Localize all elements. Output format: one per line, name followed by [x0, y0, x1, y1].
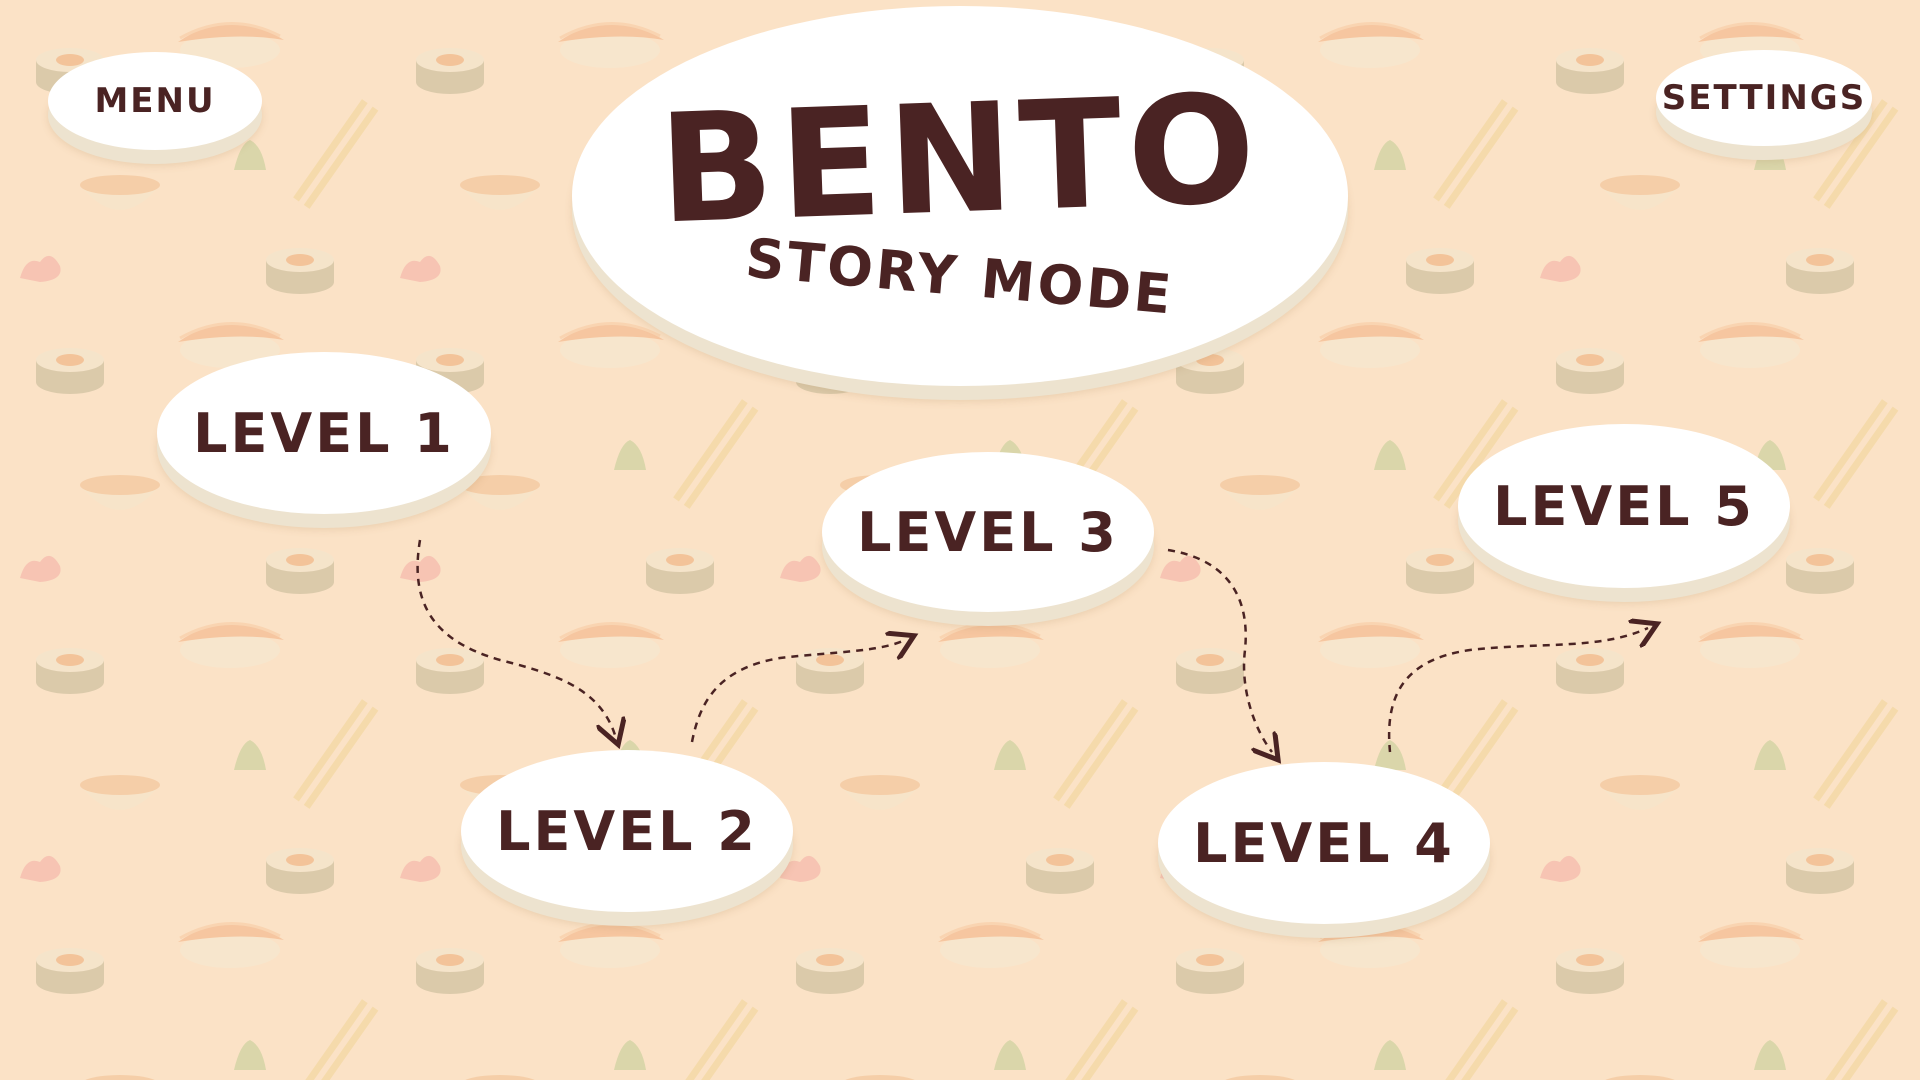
level-4-label: LEVEL 4	[1193, 811, 1455, 875]
menu-button-label: MENU	[94, 81, 216, 121]
game-title: BENTO	[656, 62, 1264, 257]
menu-button[interactable]: MENU	[48, 52, 262, 150]
settings-button[interactable]: SETTINGS	[1656, 50, 1872, 146]
level-1-label: LEVEL 1	[193, 401, 455, 465]
title-banner: BENTO STORY MODE	[572, 6, 1348, 386]
level-3-button[interactable]: LEVEL 3	[822, 452, 1154, 612]
level-3-label: LEVEL 3	[857, 500, 1119, 564]
level-5-button[interactable]: LEVEL 5	[1458, 424, 1790, 588]
level-2-button[interactable]: LEVEL 2	[461, 750, 793, 912]
level-1-button[interactable]: LEVEL 1	[157, 352, 491, 514]
level-4-button[interactable]: LEVEL 4	[1158, 762, 1490, 924]
settings-button-label: SETTINGS	[1661, 78, 1867, 118]
level-2-label: LEVEL 2	[496, 799, 758, 863]
level-5-label: LEVEL 5	[1493, 474, 1755, 538]
